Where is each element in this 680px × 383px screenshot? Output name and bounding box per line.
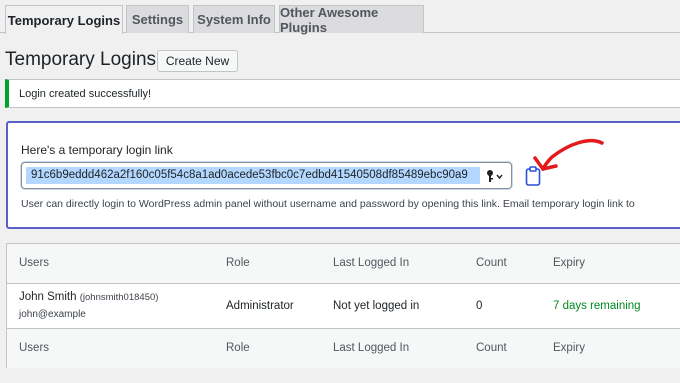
tab-system-info[interactable]: System Info [193,5,275,33]
user-role: Administrator [226,300,294,312]
header-role[interactable]: Role [226,257,250,269]
notice-text: Login created successfully! [19,87,152,100]
nav-tabs: Temporary Logins Settings System Info Ot… [0,0,680,35]
footer-expiry[interactable]: Expiry [553,342,585,354]
header-last-logged-in[interactable]: Last Logged In [333,257,409,269]
table-row: John Smith (johnsmith018450) john@exampl… [7,284,680,328]
header-expiry[interactable]: Expiry [553,257,585,269]
link-label: Here's a temporary login link [21,143,173,157]
table-header-row: Users Role Last Logged In Count Expiry [7,244,680,284]
tab-temporary-logins[interactable]: Temporary Logins [5,5,123,34]
footer-count[interactable]: Count [476,342,507,354]
create-new-button[interactable]: Create New [157,50,238,72]
table-footer-row: Users Role Last Logged In Count Expiry [7,328,680,368]
temporary-link-value[interactable]: 91c6b9eddd462a2f160c05f54c8a1ad0acede53f… [26,167,480,184]
header-users[interactable]: Users [19,257,49,269]
user-email: john@example [19,309,86,320]
footer-users[interactable]: Users [19,342,49,354]
user-last-logged-in: Not yet logged in [333,300,420,312]
header-count[interactable]: Count [476,257,507,269]
red-arrow-icon [533,138,604,171]
user-login: (johnsmith018450) [79,292,159,303]
logins-table: Users Role Last Logged In Count Expiry J… [6,243,680,368]
success-notice: Login created successfully! [5,79,680,108]
user-expiry: 7 days remaining [553,300,641,312]
user-cell: John Smith (johnsmith018450) [19,291,158,303]
user-name[interactable]: John Smith [19,291,77,303]
tab-other-awesome-plugins[interactable]: Other Awesome Plugins [279,5,424,35]
footer-last-logged-in[interactable]: Last Logged In [333,342,409,354]
user-count: 0 [476,300,483,312]
key-icon[interactable] [484,167,506,185]
footer-role[interactable]: Role [226,342,250,354]
tab-settings[interactable]: Settings [126,5,189,33]
temporary-link-field[interactable]: 91c6b9eddd462a2f160c05f54c8a1ad0acede53f… [21,162,512,189]
page-title: Temporary Logins [5,49,157,70]
link-description: User can directly login to WordPress adm… [21,198,635,210]
